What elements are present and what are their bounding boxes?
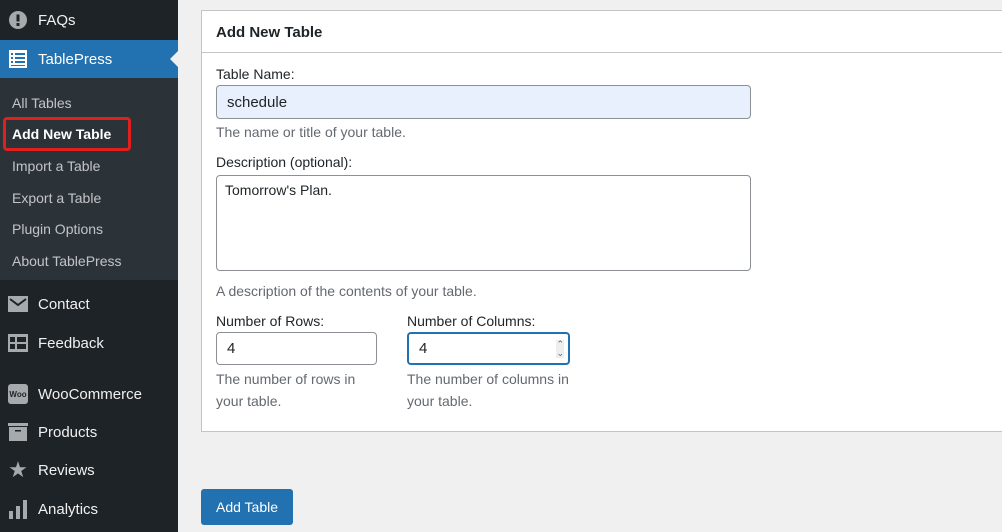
menu-woocommerce[interactable]: Woo WooCommerce xyxy=(0,375,178,413)
spinner-icon[interactable]: ⌃ ⌄ xyxy=(556,340,564,358)
table-name-input[interactable]: schedule xyxy=(216,85,751,119)
columns-description: The number of columns in your table. xyxy=(407,371,569,409)
rows-label: Number of Rows: xyxy=(216,313,325,329)
menu-analytics[interactable]: Analytics xyxy=(0,490,178,528)
highlight-box xyxy=(3,117,131,151)
bar-chart-icon xyxy=(8,499,28,519)
menu-label: Reviews xyxy=(38,461,95,479)
menu-faqs[interactable]: FAQs xyxy=(0,1,178,39)
table-name-description: The name or title of your table. xyxy=(216,124,406,140)
envelope-icon xyxy=(8,294,28,314)
table-name-label: Table Name: xyxy=(216,66,295,82)
menu-label: FAQs xyxy=(38,11,76,29)
submenu-plugin-options[interactable]: Plugin Options xyxy=(12,221,103,237)
menu-tablepress[interactable]: TablePress xyxy=(0,40,178,78)
description-textarea[interactable]: Tomorrow's Plan. xyxy=(216,175,751,271)
menu-contact[interactable]: Contact xyxy=(0,285,178,323)
menu-reviews[interactable]: ★ Reviews xyxy=(0,451,178,489)
columns-input[interactable]: 4 ⌃ ⌄ xyxy=(407,332,570,365)
archive-icon xyxy=(8,422,28,442)
submenu-about-tablepress[interactable]: About TablePress xyxy=(12,253,121,269)
menu-label: TablePress xyxy=(38,50,113,68)
star-icon: ★ xyxy=(8,457,28,482)
columns-value: 4 xyxy=(419,340,428,357)
menu-label: WooCommerce xyxy=(38,385,142,403)
description-label: Description (optional): xyxy=(216,154,353,170)
submenu-import-table[interactable]: Import a Table xyxy=(12,158,100,174)
menu-label: Contact xyxy=(38,295,90,313)
menu-feedback[interactable]: Feedback xyxy=(0,324,178,362)
submenu-all-tables[interactable]: All Tables xyxy=(12,95,72,111)
menu-label: Products xyxy=(38,423,98,441)
form-icon xyxy=(8,333,28,353)
admin-sidebar: FAQs TablePress All Tables Add New Table… xyxy=(0,0,178,532)
add-table-button[interactable]: Add Table xyxy=(201,489,293,525)
menu-products[interactable]: Products xyxy=(0,413,178,451)
description-help: A description of the contents of your ta… xyxy=(216,283,477,299)
add-new-table-panel: Add New Table Table Name: schedule The n… xyxy=(201,10,1002,432)
menu-label: Analytics xyxy=(38,500,99,518)
panel-title: Add New Table xyxy=(202,11,1002,53)
exclamation-icon xyxy=(8,10,28,30)
table-icon xyxy=(8,49,28,69)
woo-icon: Woo xyxy=(8,384,28,404)
menu-label: Feedback xyxy=(38,334,104,352)
submenu-export-table[interactable]: Export a Table xyxy=(12,190,101,206)
rows-input[interactable]: 4 xyxy=(216,332,377,365)
columns-label: Number of Columns: xyxy=(407,313,536,329)
rows-description: The number of rows in your table. xyxy=(216,371,356,409)
